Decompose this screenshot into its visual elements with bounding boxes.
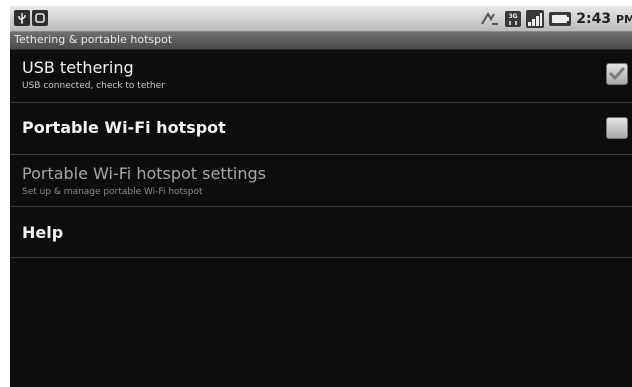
checkmark-icon	[609, 67, 625, 80]
usb-tethering-item[interactable]: USB tethering USB connected, check to te…	[10, 50, 632, 103]
portable-hotspot-item[interactable]: Portable Wi-Fi hotspot	[10, 103, 632, 155]
portable-hotspot-title: Portable Wi-Fi hotspot	[22, 118, 226, 137]
hotspot-settings-summary: Set up & manage portable Wi-Fi hotspot	[22, 187, 203, 197]
sync-icon	[480, 10, 500, 28]
status-bar: 3G 2:43 PM	[10, 6, 632, 32]
page-title: Tethering & portable hotspot	[14, 33, 173, 46]
battery-icon	[549, 11, 572, 27]
status-time: 2:43 PM	[576, 10, 632, 27]
hotspot-settings-title: Portable Wi-Fi hotspot settings	[22, 164, 266, 183]
signal-icon	[526, 9, 545, 28]
notification-icon	[32, 10, 48, 26]
title-bar: Tethering & portable hotspot	[10, 32, 632, 50]
usb-tethering-title: USB tethering	[22, 58, 134, 77]
help-item[interactable]: Help	[10, 207, 632, 258]
portable-hotspot-checkbox[interactable]	[606, 117, 628, 139]
help-title: Help	[22, 223, 64, 242]
settings-list: USB tethering USB connected, check to te…	[10, 50, 632, 258]
usb-tethering-summary: USB connected, check to tether	[22, 81, 165, 91]
usb-icon	[14, 10, 30, 26]
hotspot-settings-item[interactable]: Portable Wi-Fi hotspot settings Set up &…	[10, 155, 632, 207]
svg-text:3G: 3G	[509, 13, 518, 20]
3g-icon: 3G	[505, 10, 522, 28]
device-screen: 3G 2:43 PM Tethering & portable hotspot …	[10, 6, 632, 387]
status-icons: 3G 2:43 PM	[480, 6, 632, 31]
usb-tethering-checkbox[interactable]	[606, 63, 628, 85]
